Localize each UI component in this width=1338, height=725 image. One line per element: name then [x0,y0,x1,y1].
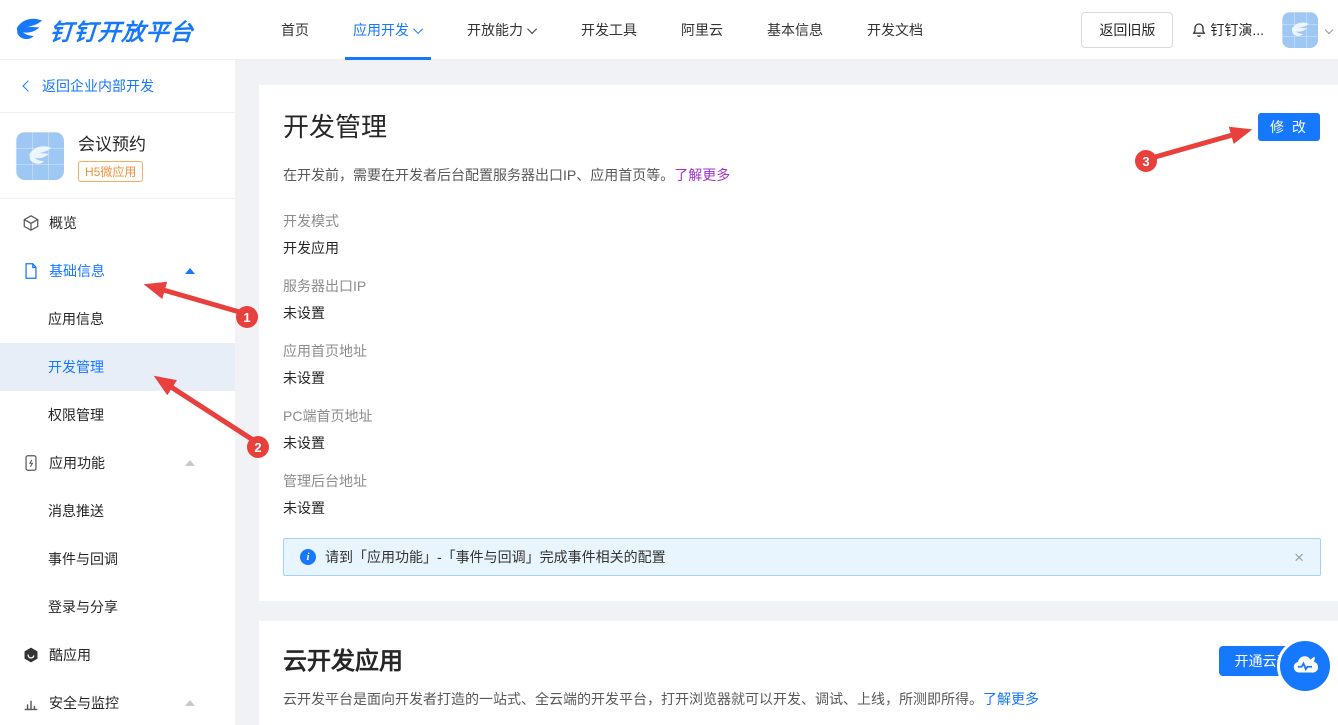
app-name: 会议预约 [78,130,146,155]
field-admin-backend: 管理后台地址 未设置 [283,473,1338,517]
org-name: 钉钉演... [1210,20,1264,40]
cloud-card-title: 云开发应用 [283,647,1338,677]
document-icon [22,262,40,280]
sidebar-item-login-share[interactable]: 登录与分享 [0,583,235,631]
dev-management-card: 开发管理 在开发前，需要在开发者后台配置服务器出口IP、应用首页等。了解更多 开… [259,85,1338,601]
page-description: 在开发前，需要在开发者后台配置服务器出口IP、应用首页等。了解更多 [283,167,1338,184]
sidebar-item-events-callbacks[interactable]: 事件与回调 [0,535,235,583]
field-server-ip: 服务器出口IP 未设置 [283,278,1338,322]
app-type-badge: H5微应用 [78,161,143,182]
learn-more-link[interactable]: 了解更多 [983,691,1039,707]
field-app-homepage: 应用首页地址 未设置 [283,343,1338,387]
modify-button[interactable]: 修 改 [1258,113,1320,141]
nav-dev-docs[interactable]: 开发文档 [867,0,923,60]
nav-aliyun[interactable]: 阿里云 [681,0,723,60]
avatar[interactable] [1282,12,1318,48]
info-banner-text: 请到「应用功能」-「事件与回调」完成事件相关的配置 [325,547,666,567]
sidebar-item-cool-app[interactable]: 酷应用 [0,631,235,679]
sidebar-item-permission-management[interactable]: 权限管理 [0,391,235,439]
sidebar-item-security-monitoring[interactable]: 安全与监控 [0,679,235,725]
logo[interactable]: 钉钉开放平台 [14,0,194,60]
dingtalk-wing-icon [14,15,44,45]
learn-more-link[interactable]: 了解更多 [674,167,730,183]
cool-app-icon [22,646,40,664]
nav-basic-info[interactable]: 基本信息 [767,0,823,60]
dingtalk-wing-icon [27,143,53,169]
back-to-old-version-button[interactable]: 返回旧版 [1081,12,1173,48]
cloud-service-badge[interactable] [1277,638,1333,694]
bar-chart-icon [22,694,40,712]
phone-bolt-icon [22,454,40,472]
chevron-left-icon [22,80,33,91]
cloud-card-description: 云开发平台是面向开发者打造的一站式、全云端的开发平台，打开浏览器就可以开发、调试… [283,691,1338,708]
nav-dev-tools[interactable]: 开发工具 [581,0,637,60]
info-icon: i [300,549,316,565]
sidebar: 返回企业内部开发 会议预约 H5微应用 概览 基础信息 应用信息 [0,60,235,725]
collapse-caret-icon[interactable] [185,268,195,274]
sidebar-item-message-push[interactable]: 消息推送 [0,487,235,535]
main-nav: 首页 应用开发 开放能力 开发工具 阿里云 基本信息 开发文档 [281,0,923,60]
sidebar-item-app-info[interactable]: 应用信息 [0,295,235,343]
sidebar-item-overview[interactable]: 概览 [0,199,235,247]
back-to-internal-dev-link[interactable]: 返回企业内部开发 [0,60,235,113]
cube-icon [22,214,40,232]
sidebar-item-dev-management[interactable]: 开发管理 [0,343,235,391]
header-right: 返回旧版 钉钉演... [1081,0,1332,60]
info-banner: i 请到「应用功能」-「事件与回调」完成事件相关的配置 × [283,538,1321,576]
sidebar-item-basic-info[interactable]: 基础信息 [0,247,235,295]
app-card: 会议预约 H5微应用 [0,113,235,199]
app-icon [16,132,64,180]
chevron-down-icon [527,24,537,34]
sidebar-item-app-features[interactable]: 应用功能 [0,439,235,487]
notification-org[interactable]: 钉钉演... [1191,20,1264,40]
top-navbar: 钉钉开放平台 首页 应用开发 开放能力 开发工具 阿里云 基本信息 开发文档 返… [0,0,1338,60]
nav-home[interactable]: 首页 [281,0,309,60]
page-title: 开发管理 [283,111,1338,145]
main-content: 开发管理 在开发前，需要在开发者后台配置服务器出口IP、应用首页等。了解更多 开… [235,60,1338,725]
nav-open-capabilities[interactable]: 开放能力 [467,0,537,60]
logo-text: 钉钉开放平台 [49,13,195,47]
chevron-down-icon [413,24,423,34]
field-dev-mode: 开发模式 开发应用 [283,213,1338,257]
collapse-caret-icon[interactable] [185,700,195,706]
close-icon[interactable]: × [1294,549,1304,566]
field-list: 开发模式 开发应用 服务器出口IP 未设置 应用首页地址 未设置 PC端首页地址… [283,213,1338,517]
chevron-down-icon[interactable] [1325,26,1333,34]
field-pc-homepage: PC端首页地址 未设置 [283,408,1338,452]
dingtalk-wing-icon [1290,20,1310,40]
bell-icon [1191,22,1207,38]
active-tab-underline [345,57,431,60]
cloud-dev-card: 云开发应用 云开发平台是面向开发者打造的一站式、全云端的开发平台，打开浏览器就可… [259,621,1338,725]
cloud-pulse-icon [1290,651,1320,681]
collapse-caret-icon[interactable] [185,460,195,466]
nav-app-development[interactable]: 应用开发 [353,0,423,60]
